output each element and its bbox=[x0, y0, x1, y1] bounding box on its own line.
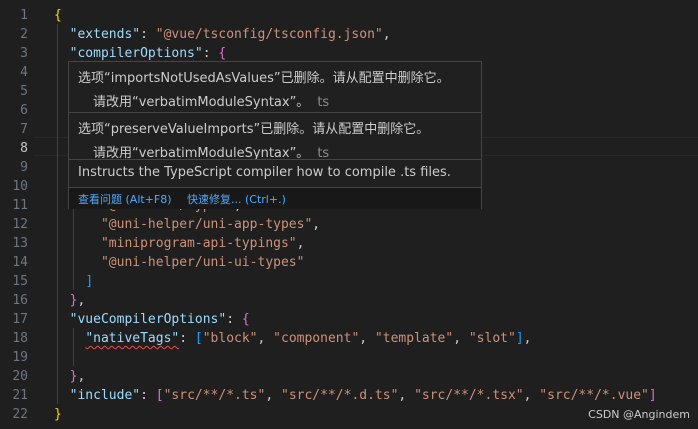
diagnostic-2: 选项“preserveValueImports”已删除。请从配置中删除它。 请改… bbox=[69, 113, 481, 163]
line-number: 6 bbox=[20, 103, 28, 118]
code-line[interactable]: 15 ] bbox=[0, 272, 698, 291]
diagnostic-1: 选项“importsNotUsedAsValues”已删除。请从配置中删除它。 … bbox=[69, 62, 481, 119]
code-line[interactable]: 16 }, bbox=[0, 291, 698, 310]
quick-fix-link[interactable]: 快速修复... (Ctrl+.) bbox=[187, 191, 286, 207]
code-line[interactable]: 2 "extends": "@vue/tsconfig/tsconfig.jso… bbox=[0, 25, 698, 44]
line-number: 9 bbox=[20, 160, 28, 175]
line-number: 14 bbox=[12, 255, 28, 270]
code-text: "extends": "@vue/tsconfig/tsconfig.json"… bbox=[69, 27, 391, 42]
line-number: 18 bbox=[12, 331, 28, 346]
code-text: { bbox=[54, 8, 62, 23]
code-line[interactable]: 17 "vueCompilerOptions": { bbox=[0, 310, 698, 329]
line-number: 15 bbox=[12, 274, 28, 289]
code-text: "miniprogram-api-typings", bbox=[100, 236, 305, 251]
code-line[interactable]: 14 "@uni-helper/uni-ui-types" bbox=[0, 253, 698, 272]
code-line[interactable]: 12 "@uni-helper/uni-app-types", bbox=[0, 215, 698, 234]
line-number: 11 bbox=[12, 198, 28, 213]
code-text: } bbox=[54, 407, 62, 422]
code-line[interactable]: 1{ bbox=[0, 6, 698, 25]
code-text: }, bbox=[69, 369, 86, 384]
line-number: 3 bbox=[20, 46, 28, 61]
line-number: 12 bbox=[12, 217, 28, 232]
code-text: ] bbox=[85, 274, 94, 289]
line-number: 16 bbox=[12, 293, 28, 308]
line-number: 2 bbox=[20, 27, 28, 42]
code-line[interactable]: 20 }, bbox=[0, 367, 698, 386]
code-line[interactable]: 19 bbox=[0, 348, 698, 367]
code-text: "@uni-helper/uni-app-types", bbox=[100, 217, 321, 232]
line-number: 22 bbox=[12, 407, 28, 422]
line-number: 7 bbox=[20, 122, 28, 137]
line-number: 17 bbox=[12, 312, 28, 327]
hover-documentation: Instructs the TypeScript compiler how to… bbox=[78, 165, 451, 180]
line-number: 19 bbox=[12, 350, 28, 365]
watermark: CSDN @Angindem bbox=[588, 408, 690, 421]
code-line[interactable]: 18 "nativeTags": ["block", "component", … bbox=[0, 329, 698, 348]
line-number: 5 bbox=[20, 84, 28, 99]
hover-widget: 选项“importsNotUsedAsValues”已删除。请从配置中删除它。 … bbox=[68, 61, 482, 209]
code-line[interactable]: 21 "include": ["src/**/*.ts", "src/**/*.… bbox=[0, 386, 698, 405]
code-text: "nativeTags": ["block", "component", "te… bbox=[85, 331, 532, 346]
code-text: "vueCompilerOptions": { bbox=[69, 312, 250, 327]
diagnostic-2-message: 选项“preserveValueImports”已删除。请从配置中删除它。 bbox=[78, 122, 430, 137]
line-number: 4 bbox=[20, 65, 28, 80]
code-text: "include": ["src/**/*.ts", "src/**/*.d.t… bbox=[69, 388, 657, 403]
hover-divider bbox=[69, 159, 481, 160]
diagnostic-1-source: ts bbox=[317, 95, 330, 110]
hover-status-bar: 查看问题 (Alt+F8) 快速修复... (Ctrl+.) bbox=[69, 187, 481, 209]
diagnostic-1-hint: 请改用“verbatimModuleSyntax”。 ts bbox=[93, 95, 330, 110]
code-text: }, bbox=[69, 293, 86, 308]
line-number: 10 bbox=[12, 179, 28, 194]
line-number: 1 bbox=[20, 8, 28, 23]
view-problem-link[interactable]: 查看问题 (Alt+F8) bbox=[78, 191, 172, 207]
code-text: "@uni-helper/uni-ui-types" bbox=[100, 255, 305, 270]
line-number: 8 bbox=[20, 141, 28, 156]
line-number: 21 bbox=[12, 388, 28, 403]
code-line[interactable]: 13 "miniprogram-api-typings", bbox=[0, 234, 698, 253]
line-number: 13 bbox=[12, 236, 28, 251]
line-number: 20 bbox=[12, 369, 28, 384]
diagnostic-1-message: 选项“importsNotUsedAsValues”已删除。请从配置中删除它。 bbox=[78, 71, 450, 86]
